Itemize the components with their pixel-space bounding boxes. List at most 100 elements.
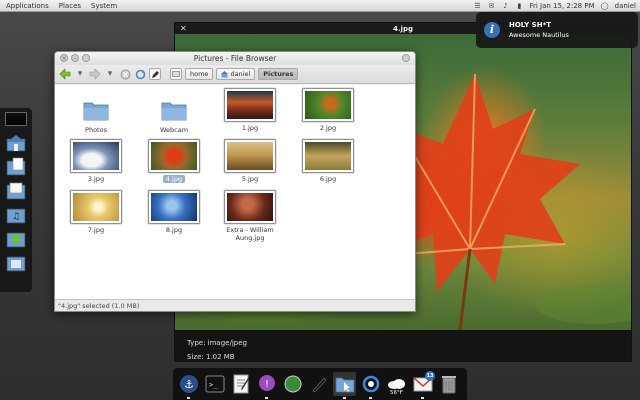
folder-webcam[interactable]: Webcam <box>141 99 207 134</box>
svg-text:>_: >_ <box>209 381 218 389</box>
breadcrumb-home[interactable]: home <box>185 68 214 80</box>
stop-icon <box>120 69 130 79</box>
browser-titlebar[interactable]: × – Pictures - File Browser <box>55 52 415 65</box>
back-history-dropdown[interactable]: ▾ <box>74 68 86 80</box>
file-label: Extra - William Aung.jpg <box>226 226 274 242</box>
maximize-button[interactable] <box>82 54 90 62</box>
dock-mail[interactable]: 13 <box>411 371 435 399</box>
dock-browser[interactable] <box>281 372 304 396</box>
file-label: 8.jpg <box>165 226 183 234</box>
breadcrumb-pictures-label: Pictures <box>263 70 294 78</box>
window-menu-button[interactable] <box>402 54 410 62</box>
file-3-jpg[interactable]: 3.jpg <box>63 140 129 183</box>
viewer-title: 4.jpg <box>393 24 413 33</box>
thumbnail-image <box>149 191 199 223</box>
file-label: 3.jpg <box>87 175 105 183</box>
mail-icon[interactable]: ✉ <box>487 2 495 10</box>
file-label: 1.jpg <box>241 124 259 132</box>
file-6-jpg[interactable]: 6.jpg <box>295 140 361 183</box>
battery-icon[interactable]: ▮ <box>515 2 523 10</box>
file-8-jpg[interactable]: 8.jpg <box>141 191 207 234</box>
dock-terminal[interactable]: >_ <box>203 372 226 396</box>
dock-chat[interactable]: ! <box>255 372 278 399</box>
pictures-folder-icon[interactable] <box>4 179 28 200</box>
close-icon[interactable]: ✕ <box>180 23 187 34</box>
chat-icon: ! <box>258 375 275 391</box>
menu-system[interactable]: System <box>91 2 117 10</box>
breadcrumb-home-label: home <box>190 70 209 78</box>
back-button[interactable] <box>59 68 71 80</box>
bottom-dock: ⚓ >_ ! 56°F 13 <box>173 368 467 400</box>
thumbnail-image <box>225 89 275 121</box>
minimize-button[interactable]: – <box>71 54 79 62</box>
browser-toolbar: ▾ ▾ home daniel Pictures <box>55 65 415 84</box>
forward-button[interactable] <box>89 68 101 80</box>
file-extra-william-aung-jpg[interactable]: Extra - William Aung.jpg <box>217 191 283 242</box>
folder-icon <box>161 102 187 121</box>
thumbnail-image <box>71 191 121 223</box>
dock-weather[interactable]: 56°F <box>385 372 408 396</box>
compass-icon <box>284 375 301 393</box>
user-name[interactable]: daniel <box>615 2 636 10</box>
volume-icon[interactable]: ♪ <box>501 2 509 10</box>
folder-icon <box>83 102 109 121</box>
stop-button[interactable] <box>119 68 131 80</box>
breadcrumb-pictures[interactable]: Pictures <box>258 68 299 80</box>
file-4-jpg[interactable]: 4.jpg <box>141 140 207 183</box>
file-label-selected: 4.jpg <box>162 175 186 183</box>
left-dock: ♫ <box>0 108 32 292</box>
folder-photos[interactable]: Photos <box>63 99 129 134</box>
thumbnail-image <box>225 140 275 172</box>
menu-applications[interactable]: Applications <box>6 2 49 10</box>
dock-text-editor[interactable] <box>229 372 252 396</box>
file-5-jpg[interactable]: 5.jpg <box>217 140 283 183</box>
dock-file-browser[interactable] <box>333 372 356 399</box>
notification-body: Awesome Nautilus <box>509 31 569 39</box>
notification-title: HOLY SH*T <box>509 21 552 29</box>
svg-text:♫: ♫ <box>12 212 20 222</box>
dock-anchor[interactable]: ⚓ <box>177 372 200 399</box>
file-label: 6.jpg <box>319 175 337 183</box>
clock[interactable]: Fri Jan 15, 2:28 PM <box>529 2 594 10</box>
videos-folder-icon[interactable] <box>4 251 28 272</box>
forward-arrow-icon <box>89 68 101 80</box>
show-desktop-icon[interactable] <box>5 112 27 126</box>
toggle-path-button[interactable] <box>170 68 182 80</box>
quill-icon <box>312 377 326 393</box>
close-button[interactable]: × <box>60 54 68 62</box>
network-icon[interactable]: ☰ <box>473 2 481 10</box>
documents-folder-icon[interactable] <box>4 155 28 176</box>
file-2-jpg[interactable]: 2.jpg <box>295 89 361 132</box>
home-icon <box>221 70 229 77</box>
weather-temperature: 56°F <box>390 390 403 396</box>
file-1-jpg[interactable]: 1.jpg <box>217 89 283 132</box>
home-folder-icon[interactable] <box>4 131 28 152</box>
dock-ubuntu-one[interactable] <box>359 372 382 399</box>
downloads-folder-icon[interactable] <box>4 227 28 248</box>
menu-places[interactable]: Places <box>59 2 81 10</box>
mail-count-badge: 13 <box>425 371 435 381</box>
terminal-icon: >_ <box>205 375 224 393</box>
dock-quill[interactable] <box>307 372 330 396</box>
edit-location-button[interactable] <box>149 68 161 80</box>
dock-trash[interactable] <box>437 372 460 396</box>
forward-history-dropdown[interactable]: ▾ <box>104 68 116 80</box>
image-type: Type: image/jpeg <box>187 339 247 347</box>
file-label: 7.jpg <box>87 226 105 234</box>
breadcrumb-daniel[interactable]: daniel <box>216 68 256 80</box>
top-panel: Applications Places System ☰ ✉ ♪ ▮ Fri J… <box>0 0 640 12</box>
viewer-info-panel: Type: image/jpeg Size: 1.02 MB <box>175 330 631 362</box>
folder-icon <box>335 377 354 393</box>
drive-icon <box>172 71 180 77</box>
svg-text:!: ! <box>264 379 268 390</box>
file-browser-window: × – Pictures - File Browser ▾ ▾ home dan… <box>54 51 416 312</box>
file-7-jpg[interactable]: 7.jpg <box>63 191 129 234</box>
music-folder-icon[interactable]: ♫ <box>4 203 28 224</box>
browser-title: Pictures - File Browser <box>193 54 277 63</box>
reload-button[interactable] <box>134 68 146 80</box>
sync-icon <box>362 375 379 393</box>
trash-icon <box>441 376 456 394</box>
info-icon: i <box>484 22 500 38</box>
notification-bubble[interactable]: i HOLY SH*T Awesome Nautilus <box>476 12 638 48</box>
thumbnail-image <box>149 140 199 172</box>
